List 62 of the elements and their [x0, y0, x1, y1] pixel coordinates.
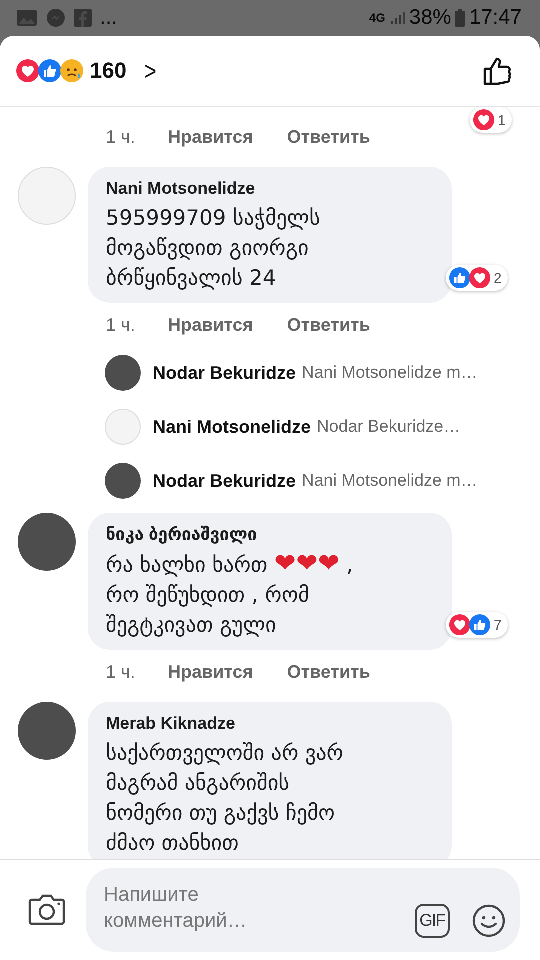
comment-author[interactable]: Nani Motsonelidze	[106, 179, 434, 199]
thumbs-up-reaction-icon	[449, 267, 471, 289]
comment-text: საქართველოში არ ვარ	[106, 740, 345, 767]
reply-text: Nani Motsonelidze m…	[302, 471, 478, 491]
messenger-icon	[46, 8, 66, 28]
comment-box[interactable]: Напишите комментарий… GIF	[86, 868, 520, 952]
reply-preview[interactable]: Nodar Bekuridze Nani Motsonelidze m…	[105, 463, 540, 499]
like-icon[interactable]	[482, 55, 514, 87]
comment-time: 1 ч.	[106, 662, 136, 682]
comment-author[interactable]: Merab Kiknadze	[106, 714, 434, 734]
reactions-badge[interactable]: 2	[446, 265, 508, 291]
reply-text: Nodar Bekuridze…	[317, 417, 461, 437]
comment-text: ძმაო თანხით	[106, 830, 240, 857]
like-link[interactable]: Нравится	[168, 662, 254, 682]
camera-icon[interactable]	[28, 894, 66, 926]
network-type: 4G	[369, 11, 386, 25]
reply-preview[interactable]: Nani Motsonelidze Nodar Bekuridze…	[105, 409, 540, 445]
comment-text: მაგრამ ანგარიშის	[106, 770, 291, 797]
facebook-icon	[74, 9, 92, 27]
battery-icon	[455, 9, 466, 27]
gallery-icon	[16, 9, 38, 27]
smiley-icon[interactable]	[472, 904, 506, 938]
reply-link[interactable]: Ответить	[287, 662, 370, 682]
comment-field[interactable]: Напишите комментарий…	[104, 882, 304, 938]
battery-percent: 38%	[409, 6, 452, 30]
avatar-placeholder	[105, 409, 141, 445]
more-notifications: ...	[100, 6, 118, 30]
reply-author: Nodar Bekuridze	[153, 362, 296, 384]
sad-face-reaction-icon	[60, 59, 84, 83]
reply-link[interactable]: Ответить	[287, 126, 370, 148]
avatar-placeholder	[105, 355, 141, 391]
heart-reaction-icon	[449, 614, 471, 636]
heart-reaction-icon	[16, 59, 40, 83]
reply-preview[interactable]: Nodar Bekuridze Nani Motsonelidze m…	[105, 355, 540, 391]
gif-button[interactable]: GIF	[414, 904, 450, 938]
comment-text: მოგაწვდით გიორგი	[106, 235, 310, 262]
comment-text: ბრწყინვალის 24	[106, 265, 278, 292]
comment-text: 595999709 საჭმელს	[106, 205, 322, 232]
comment-time: 1 ч.	[106, 126, 136, 148]
thumbs-up-reaction-icon	[38, 59, 62, 83]
thumbs-up-reaction-icon	[469, 614, 491, 636]
reply-author: Nodar Bekuridze	[153, 470, 296, 492]
comment-time: 1 ч.	[106, 314, 136, 336]
avatar-placeholder	[105, 463, 141, 499]
reply-text: Nani Motsonelidze m…	[302, 363, 478, 383]
like-link[interactable]: Нравится	[168, 126, 254, 148]
clock: 17:47	[469, 6, 522, 30]
comment-text: რა ხალხი ხართ ❤❤❤ ,	[106, 549, 354, 580]
heart-reaction-icon	[469, 267, 491, 289]
comment-author[interactable]: ნიკა ბერიაშვილი	[106, 525, 434, 545]
comment-text: რო შეწუხდით , რომ	[106, 582, 310, 609]
reactions-badge[interactable]: 1	[470, 107, 512, 133]
reactions-badge[interactable]: 7	[446, 612, 508, 638]
reaction-count[interactable]: 160	[90, 58, 127, 84]
signal-icon	[389, 10, 406, 26]
heart-reaction-icon	[473, 109, 495, 131]
comment-text: შეგტკივათ გული	[106, 612, 278, 639]
chevron-icon[interactable]: >	[144, 56, 156, 86]
reply-author: Nani Motsonelidze	[153, 416, 312, 438]
like-link[interactable]: Нравится	[168, 314, 254, 336]
comment-text: ნომერი თუ გაქვს ჩემო	[106, 800, 336, 827]
reply-link[interactable]: Ответить	[287, 314, 370, 336]
